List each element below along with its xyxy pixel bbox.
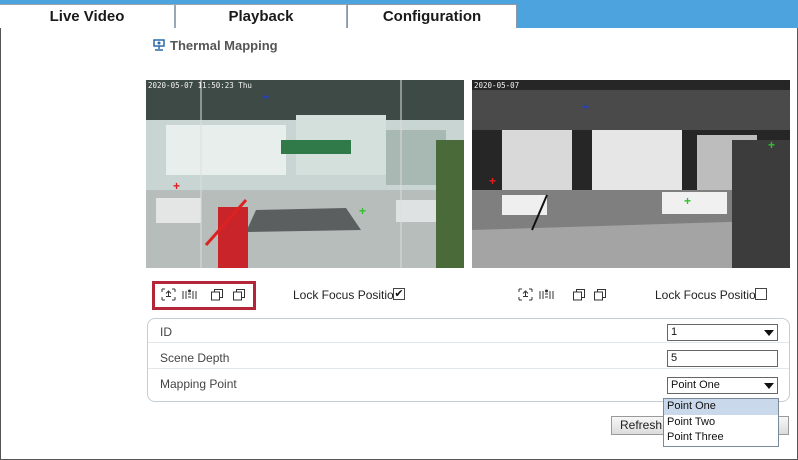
tab-configuration[interactable]: Configuration	[347, 4, 517, 28]
lock-focus-label-right: Lock Focus Position	[655, 288, 763, 302]
green-marker-icon: +	[768, 138, 776, 152]
tab-playback[interactable]: Playback	[175, 4, 347, 28]
id-label: ID	[160, 325, 172, 339]
page-title-text: Thermal Mapping	[170, 37, 278, 53]
id-select-value: 1	[671, 326, 678, 338]
visible-scene	[146, 80, 464, 268]
zoom-out-icon[interactable]	[538, 287, 554, 301]
video-osd-timestamp: 2020-05-07 11:50:23 Thu	[148, 81, 252, 90]
paste-icon[interactable]	[592, 287, 608, 301]
blue-marker-icon: +	[582, 100, 590, 114]
zoom-out-icon[interactable]	[181, 287, 197, 301]
green-marker-icon: +	[359, 204, 367, 218]
mapping-point-row: Mapping Point Point One	[148, 374, 789, 395]
red-marker-icon: +	[173, 179, 181, 193]
thermal-video-view[interactable]: 2020-05-07 + + + +	[472, 80, 790, 268]
top-tab-bar: Live Video Playback Configuration	[0, 0, 798, 28]
lock-focus-checkbox-right[interactable]	[755, 288, 767, 300]
lock-focus-checkbox-left[interactable]: ✔	[393, 288, 405, 300]
mapping-settings-panel: ID 1 Scene Depth 5 Mapping Point Point O…	[147, 318, 790, 402]
lock-focus-label-left: Lock Focus Position	[293, 288, 401, 302]
green-marker-icon: +	[684, 194, 692, 208]
copy-icon[interactable]	[209, 287, 225, 301]
scene-depth-value: 5	[671, 352, 678, 364]
zoom-in-icon[interactable]	[517, 287, 533, 301]
thermal-scene	[472, 80, 790, 268]
paste-icon[interactable]	[231, 287, 247, 301]
id-select[interactable]: 1	[667, 324, 778, 341]
chevron-down-icon	[764, 330, 774, 336]
mapping-point-label: Mapping Point	[160, 377, 237, 391]
scene-depth-input[interactable]: 5	[667, 350, 778, 367]
mapping-point-dropdown: Point One Point Two Point Three	[663, 398, 779, 447]
mapping-point-select[interactable]: Point One	[667, 377, 778, 394]
tab-live-video[interactable]: Live Video	[0, 4, 175, 28]
copy-icon[interactable]	[571, 287, 587, 301]
dropdown-option[interactable]: Point Three	[664, 430, 778, 446]
blue-marker-icon: +	[262, 90, 270, 104]
visible-video-view[interactable]: 2020-05-07 11:50:23 Thu + + +	[146, 80, 464, 268]
chevron-down-icon	[764, 383, 774, 389]
id-row: ID 1	[148, 322, 789, 343]
mapping-point-value: Point One	[671, 379, 720, 391]
page-title: Thermal Mapping	[152, 36, 278, 54]
scene-depth-label: Scene Depth	[160, 351, 230, 365]
dropdown-option[interactable]: Point One	[664, 399, 778, 415]
zoom-in-icon[interactable]	[160, 287, 176, 301]
thermal-camera-icon	[152, 37, 166, 54]
red-marker-icon: +	[489, 174, 497, 188]
thermal-osd-timestamp: 2020-05-07	[474, 81, 520, 90]
scene-depth-row: Scene Depth 5	[148, 348, 789, 369]
dropdown-option[interactable]: Point Two	[664, 415, 778, 431]
